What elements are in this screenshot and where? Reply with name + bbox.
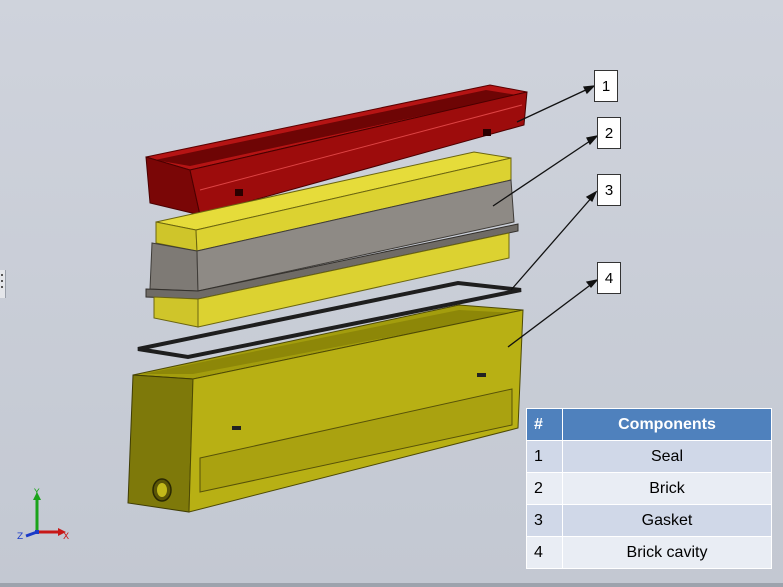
cavity-slot bbox=[232, 426, 241, 430]
axis-x-label: X bbox=[63, 532, 69, 542]
row-component: Seal bbox=[562, 440, 772, 473]
side-panel-handle[interactable] bbox=[0, 270, 6, 298]
table-row: 2 Brick bbox=[526, 472, 772, 505]
table-header-row: # Components bbox=[526, 408, 772, 441]
seal-slot bbox=[235, 189, 243, 196]
callout-1: 1 bbox=[594, 70, 618, 102]
axis-z-label: Z bbox=[17, 532, 23, 542]
components-table: # Components 1 Seal 2 Brick 3 Gasket 4 B… bbox=[526, 408, 772, 569]
table-row: 3 Gasket bbox=[526, 504, 772, 537]
cavity-slot bbox=[477, 373, 486, 377]
row-component: Gasket bbox=[562, 504, 772, 537]
row-number: 3 bbox=[526, 504, 563, 537]
status-bar bbox=[0, 583, 783, 587]
table-row: 4 Brick cavity bbox=[526, 536, 772, 569]
callout-2: 2 bbox=[597, 117, 621, 149]
brick-cavity-part[interactable] bbox=[127, 304, 524, 513]
row-number: 1 bbox=[526, 440, 563, 473]
header-number: # bbox=[526, 408, 563, 441]
axis-triad: Y X Z bbox=[17, 488, 69, 542]
row-number: 2 bbox=[526, 472, 563, 505]
row-number: 4 bbox=[526, 536, 563, 569]
seal-slot bbox=[483, 129, 491, 136]
model-viewport[interactable]: Y X Z 1 2 3 4 # Components 1 Seal 2 Bric… bbox=[0, 0, 783, 587]
row-component: Brick cavity bbox=[562, 536, 772, 569]
callout-3: 3 bbox=[597, 174, 621, 206]
table-row: 1 Seal bbox=[526, 440, 772, 473]
callout-4: 4 bbox=[597, 262, 621, 294]
header-components: Components bbox=[562, 408, 772, 441]
row-component: Brick bbox=[562, 472, 772, 505]
axis-y-label: Y bbox=[33, 488, 40, 498]
